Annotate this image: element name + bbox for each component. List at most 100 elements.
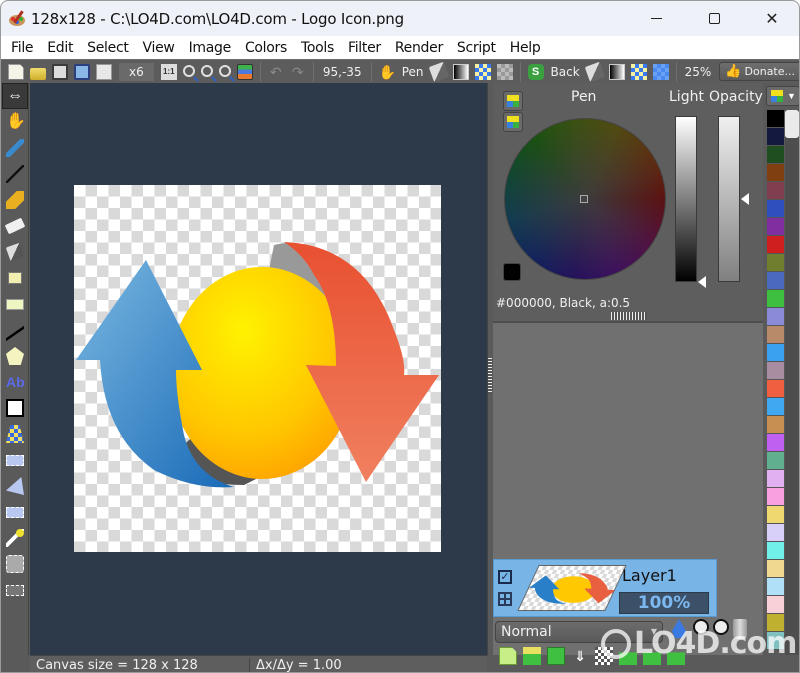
palette-swatch[interactable] (767, 146, 784, 164)
zoom-fit-icon[interactable] (218, 64, 231, 77)
crop-selection-tool[interactable] (2, 577, 28, 603)
palette-swatch[interactable] (767, 506, 784, 524)
pen-gradient-icon[interactable] (452, 63, 469, 80)
perspective-tool[interactable] (2, 395, 28, 421)
move-selection-tool[interactable] (2, 551, 28, 577)
hand-icon[interactable]: ✋ (379, 64, 396, 80)
palette-swatch[interactable] (767, 578, 784, 596)
polygon-tool[interactable] (2, 343, 28, 369)
close-button[interactable]: ✕ (743, 1, 799, 36)
pen-texture-icon[interactable] (474, 63, 491, 80)
select-polygon-tool[interactable] (2, 473, 28, 499)
texture-mapping-tool[interactable] (2, 421, 28, 447)
palette-scroll-thumb[interactable] (785, 110, 799, 138)
save-as-icon[interactable] (74, 63, 90, 80)
canvas-area[interactable] (30, 83, 487, 655)
palette-swatch[interactable] (767, 596, 784, 614)
palette-scrollbar[interactable] (785, 110, 799, 655)
color-wheel-marker[interactable] (580, 195, 588, 203)
pen-tool[interactable] (2, 161, 28, 187)
zoom-in-icon[interactable] (182, 64, 195, 77)
palette-swatch[interactable] (767, 200, 784, 218)
layer-opacity[interactable]: 100% (619, 592, 709, 614)
menu-help[interactable]: Help (503, 40, 548, 56)
menu-render[interactable]: Render (388, 40, 450, 56)
minimize-button[interactable] (627, 1, 685, 36)
opacity-slider-handle[interactable] (741, 193, 749, 205)
palette-swatch[interactable] (767, 128, 784, 146)
palette-swatch[interactable] (767, 362, 784, 380)
palette-swatch[interactable] (767, 524, 784, 542)
palette-swatch[interactable] (767, 542, 784, 560)
back-gradient-icon[interactable] (608, 63, 625, 80)
layers-icon[interactable] (236, 63, 253, 80)
palette-swatch[interactable] (767, 326, 784, 344)
eraser-tool[interactable] (2, 213, 28, 239)
hand-tool[interactable]: ✋ (2, 109, 28, 135)
new-file-icon[interactable] (8, 63, 24, 80)
palette-swatch[interactable] (767, 218, 784, 236)
select-pen-tool[interactable] (2, 499, 28, 525)
actual-size-icon[interactable]: 1:1 (160, 63, 177, 80)
palette-swatch[interactable] (767, 308, 784, 326)
pen-transparent-icon[interactable] (496, 63, 513, 80)
palette-swatch[interactable] (767, 344, 784, 362)
new-layer-icon[interactable] (499, 647, 517, 665)
lightness-slider-handle[interactable] (698, 276, 706, 288)
duplicate-layer-icon[interactable] (547, 647, 565, 665)
palette-swatch[interactable] (767, 470, 784, 488)
palette-swatch[interactable] (767, 254, 784, 272)
select-rectangle-tool[interactable] (2, 447, 28, 473)
palette-swatch[interactable] (767, 452, 784, 470)
move-tool[interactable]: ⇔ (2, 83, 28, 109)
back-transparent-icon[interactable] (652, 63, 669, 80)
back-texture-icon[interactable] (630, 63, 647, 80)
maximize-button[interactable] (685, 1, 743, 36)
undo-icon[interactable]: ↶ (268, 64, 284, 80)
layer-grid-icon[interactable] (498, 592, 512, 606)
menu-filter[interactable]: Filter (341, 40, 388, 56)
palette-swatch[interactable] (767, 110, 784, 128)
layer-item[interactable]: ✓ Layer1 100% (493, 559, 717, 617)
menu-file[interactable]: File (4, 40, 40, 56)
menu-select[interactable]: Select (80, 40, 135, 56)
menu-edit[interactable]: Edit (40, 40, 80, 56)
palette-swatch[interactable] (767, 272, 784, 290)
donate-button[interactable]: 👍 Donate... (719, 62, 799, 81)
swap-colors-icon[interactable]: S (527, 63, 544, 80)
open-folder-icon[interactable] (30, 67, 46, 80)
current-pen-color[interactable] (503, 263, 521, 281)
save-icon[interactable] (52, 63, 68, 80)
palette-swatch[interactable] (767, 560, 784, 578)
pen-fill-icon[interactable] (428, 61, 449, 82)
palette-swatch[interactable] (767, 236, 784, 254)
palette-swatch[interactable] (767, 290, 784, 308)
palette-swatch[interactable] (767, 182, 784, 200)
clear-color-button[interactable] (503, 112, 523, 132)
menu-colors[interactable]: Colors (238, 40, 294, 56)
palette-swatch[interactable] (767, 398, 784, 416)
merge-layer-icon[interactable]: ⇓ (571, 647, 589, 665)
rectangle-tool[interactable] (2, 291, 28, 317)
select-color-button[interactable] (503, 91, 523, 111)
back-fill-icon[interactable] (584, 61, 605, 82)
redo-icon[interactable]: ↷ (290, 64, 306, 80)
text-tool[interactable]: Ab (2, 369, 28, 395)
fill-tool[interactable] (2, 239, 28, 265)
copy-icon[interactable] (96, 63, 112, 80)
color-picker-tool[interactable] (2, 135, 28, 161)
zoom-out-icon[interactable] (200, 64, 213, 77)
magic-wand-tool[interactable] (2, 525, 28, 551)
lightness-slider[interactable] (675, 116, 697, 282)
palette-swatch[interactable] (767, 380, 784, 398)
splitter-grip-icon[interactable] (488, 358, 492, 394)
palette-swatch[interactable] (767, 164, 784, 182)
menu-image[interactable]: Image (182, 40, 238, 56)
image-canvas[interactable] (74, 185, 441, 552)
palette-swatch[interactable] (767, 416, 784, 434)
menu-view[interactable]: View (136, 40, 182, 56)
zoom-factor[interactable]: x6 (119, 62, 154, 81)
horizontal-splitter-grip[interactable] (611, 312, 647, 320)
polyline-tool[interactable] (2, 317, 28, 343)
menu-script[interactable]: Script (450, 40, 503, 56)
